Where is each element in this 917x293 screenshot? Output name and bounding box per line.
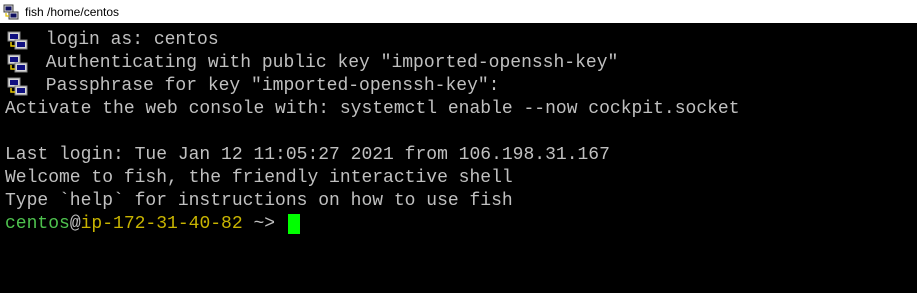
- window-title: fish /home/centos: [25, 4, 120, 19]
- prompt-at: @: [69, 214, 81, 234]
- prompt-cwd: ~>: [242, 214, 276, 234]
- terminal-output[interactable]: login as: centos Authenticating with pub…: [0, 23, 917, 293]
- terminal-line: Type `help` for instructions on how to u…: [5, 190, 513, 212]
- putty-icon: [5, 52, 35, 74]
- line-text: Type `help` for instructions on how to u…: [5, 191, 513, 211]
- terminal-line: login as: centos: [5, 29, 219, 51]
- title-bar[interactable]: fish /home/centos: [0, 0, 917, 23]
- terminal-line: Passphrase for key "imported-openssh-key…: [5, 75, 499, 97]
- terminal-window: fish /home/centos login as: centos Authe…: [0, 0, 917, 293]
- terminal-line: Welcome to fish, the friendly interactiv…: [5, 167, 513, 189]
- line-text: Passphrase for key "imported-openssh-key…: [35, 76, 500, 96]
- terminal-line: Activate the web console with: systemctl…: [5, 98, 740, 120]
- text-cursor[interactable]: [287, 214, 300, 234]
- shell-prompt[interactable]: centos @ ip-172-31-40-82 ~>: [5, 213, 300, 235]
- prompt-user: centos: [5, 214, 70, 234]
- line-text: Welcome to fish, the friendly interactiv…: [5, 168, 513, 188]
- putty-icon: [5, 75, 35, 97]
- line-text: Activate the web console with: systemctl…: [5, 99, 740, 119]
- putty-icon: [5, 29, 35, 51]
- line-text: login as: centos: [35, 30, 219, 50]
- putty-app-icon[interactable]: [3, 4, 19, 20]
- terminal-line: Last login: Tue Jan 12 11:05:27 2021 fro…: [5, 144, 610, 166]
- terminal-line: Authenticating with public key "imported…: [5, 52, 618, 74]
- prompt-host: ip-172-31-40-82: [80, 214, 243, 234]
- line-text: Authenticating with public key "imported…: [35, 53, 619, 73]
- line-text: Last login: Tue Jan 12 11:05:27 2021 fro…: [5, 145, 610, 165]
